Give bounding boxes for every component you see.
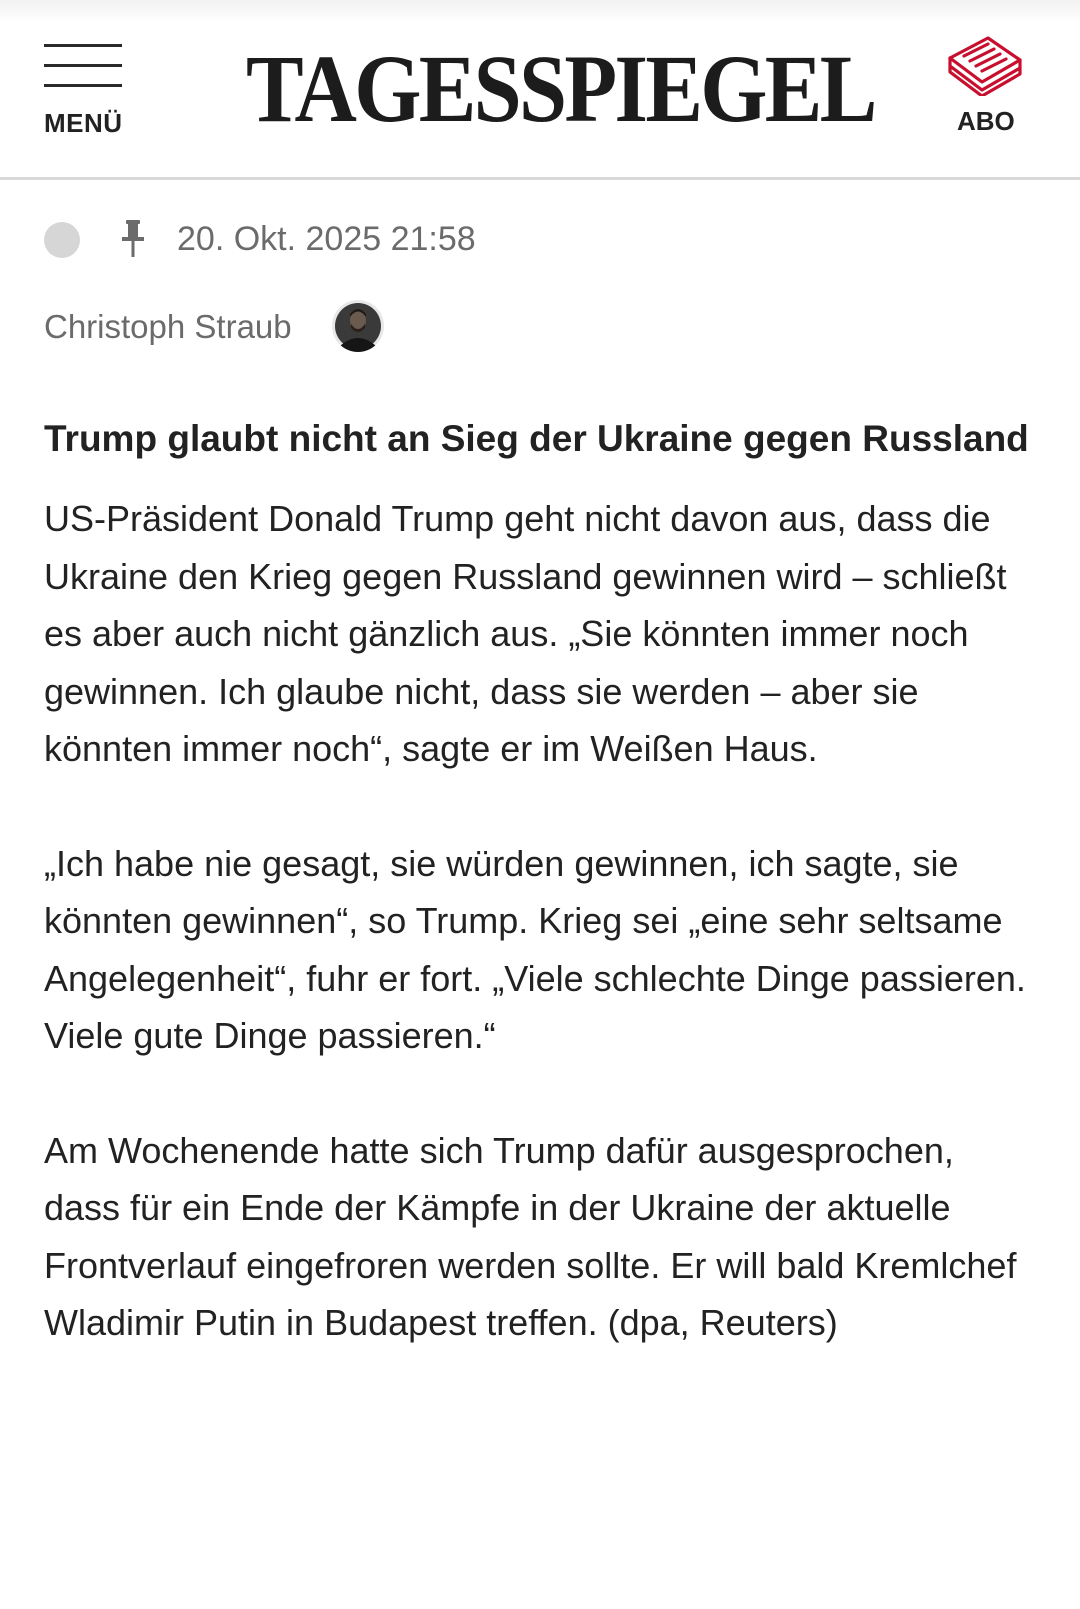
menu-label: MENÜ [44, 108, 123, 138]
article-paragraph: „Ich habe nie gesagt, sie würden gewinne… [44, 842, 1026, 1057]
status-dot [44, 222, 80, 258]
abo-label: ABO [957, 106, 1015, 136]
abo-button[interactable]: ABO [940, 34, 1030, 144]
article-headline: Trump glaubt nicht an Sieg der Ukraine g… [44, 418, 1029, 459]
pin-icon [122, 220, 144, 257]
post-meta: 20. Okt. 2025 21:58 [44, 214, 1034, 264]
post-timestamp: 20. Okt. 2025 21:58 [177, 220, 476, 258]
newspaper-icon [948, 36, 1022, 96]
hamburger-menu-icon [44, 44, 122, 88]
article-paragraph: US-Präsident Donald Trump geht nicht dav… [44, 498, 1007, 769]
site-header: MENÜ TAGESSPIEGEL ABO [0, 0, 1080, 180]
author-avatar[interactable] [332, 300, 384, 352]
author-byline: Christoph Straub [44, 300, 644, 354]
author-name[interactable]: Christoph Straub [44, 302, 292, 352]
article: Trump glaubt nicht an Sieg der Ukraine g… [44, 410, 1034, 1352]
site-logo[interactable]: TAGESSPIEGEL [246, 34, 877, 144]
article-paragraph: Am Wochenende hatte sich Trump dafür aus… [44, 1129, 1017, 1344]
menu-button[interactable]: MENÜ [44, 44, 124, 144]
